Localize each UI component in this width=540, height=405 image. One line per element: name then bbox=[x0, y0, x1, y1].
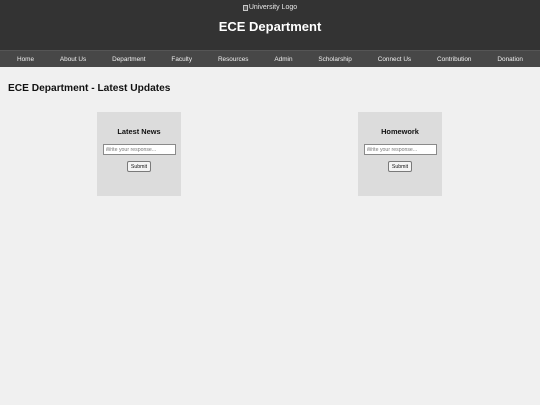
main-nav: Home About Us Department Faculty Resourc… bbox=[0, 50, 540, 67]
logo-alt-text: University Logo bbox=[248, 4, 298, 11]
nav-item-resources[interactable]: Resources bbox=[218, 56, 249, 63]
latest-news-response-input[interactable] bbox=[102, 144, 176, 155]
nav-item-admin[interactable]: Admin bbox=[274, 56, 292, 63]
broken-image-icon bbox=[242, 4, 248, 11]
university-logo[interactable]: University Logo bbox=[0, 4, 540, 13]
homework-card: Homework Submit bbox=[358, 112, 442, 196]
nav-item-donation[interactable]: Donation bbox=[497, 56, 523, 63]
homework-response-input[interactable] bbox=[363, 144, 437, 155]
section-title: ECE Department - Latest Updates bbox=[8, 83, 171, 94]
latest-news-card: Latest News Submit bbox=[97, 112, 181, 196]
card-title-homework: Homework bbox=[381, 127, 419, 136]
site-title: ECE Department bbox=[218, 19, 322, 34]
site-header: University Logo ECE Department bbox=[0, 0, 540, 50]
homework-submit-button[interactable]: Submit bbox=[387, 161, 413, 172]
nav-item-scholarship[interactable]: Scholarship bbox=[318, 56, 351, 63]
nav-item-department[interactable]: Department bbox=[112, 56, 145, 63]
nav-item-about-us[interactable]: About Us bbox=[60, 56, 86, 63]
nav-item-connect-us[interactable]: Connect Us bbox=[378, 56, 411, 63]
nav-item-home[interactable]: Home bbox=[17, 56, 34, 63]
card-title-latest-news: Latest News bbox=[117, 127, 161, 136]
nav-item-contribution[interactable]: Contribution bbox=[437, 56, 471, 63]
nav-item-faculty[interactable]: Faculty bbox=[171, 56, 192, 63]
latest-news-submit-button[interactable]: Submit bbox=[126, 161, 152, 172]
main-content: ECE Department - Latest Updates Latest N… bbox=[0, 67, 540, 405]
